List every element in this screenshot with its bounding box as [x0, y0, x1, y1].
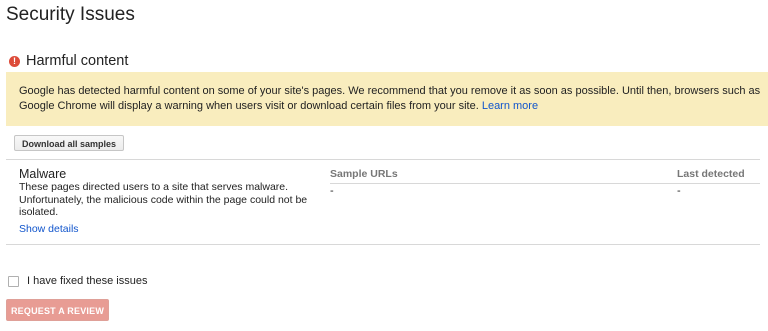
request-review-button[interactable]: REQUEST A REVIEW: [6, 299, 109, 321]
section-title: Harmful content: [26, 53, 129, 69]
fixed-issues-row[interactable]: I have fixed these issues: [8, 275, 147, 287]
sample-urls-value: -: [330, 185, 334, 197]
divider: [6, 159, 760, 160]
page-title: Security Issues: [6, 4, 135, 25]
column-header-last-detected: Last detected: [677, 168, 745, 180]
section-header: ! Harmful content: [9, 53, 128, 69]
malware-description: These pages directed users to a site tha…: [19, 181, 308, 218]
alert-text: Google has detected harmful content on s…: [19, 85, 761, 112]
column-header-sample-urls: Sample URLs: [330, 168, 398, 180]
fixed-issues-checkbox[interactable]: [8, 275, 19, 287]
malware-title: Malware: [19, 167, 67, 181]
divider: [6, 244, 760, 245]
table-header-divider: [330, 183, 760, 184]
show-details-link[interactable]: Show details: [19, 223, 79, 235]
fixed-issues-label[interactable]: I have fixed these issues: [27, 275, 147, 287]
download-all-samples-button[interactable]: Download all samples: [14, 135, 125, 151]
exclamation-circle-icon: !: [9, 55, 20, 67]
harmful-content-alert: Google has detected harmful content on s…: [6, 72, 768, 126]
last-detected-value: -: [677, 185, 681, 197]
learn-more-link[interactable]: Learn more: [482, 100, 538, 112]
